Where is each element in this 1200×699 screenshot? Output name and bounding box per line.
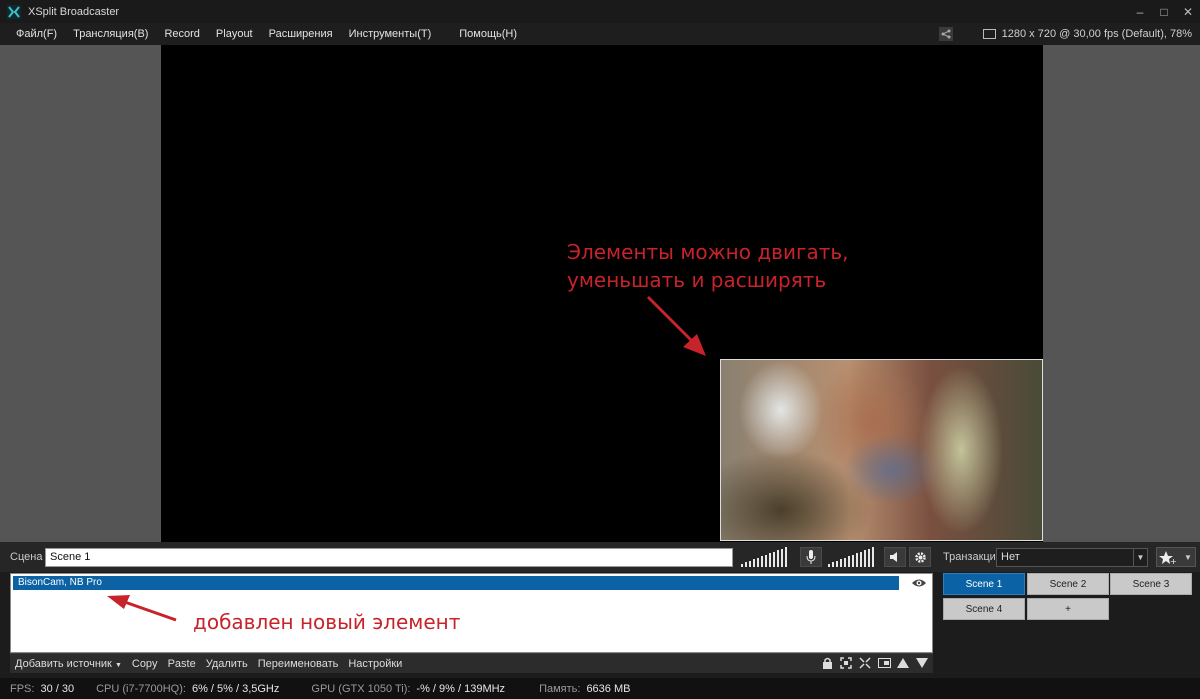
speaker-icon — [890, 552, 897, 562]
scene-name-field[interactable]: Scene 1 — [45, 548, 733, 567]
microphone-icon — [806, 550, 816, 564]
scene-toolbar: Сцена Scene 1 Транзакция Нет ▼ + ▼ — [0, 542, 1200, 572]
svg-text:+: + — [1170, 557, 1177, 565]
monitor-icon — [982, 29, 996, 39]
mic-level-meter — [741, 547, 787, 567]
minimize-button[interactable]: – — [1128, 0, 1152, 23]
speaker-button[interactable] — [884, 547, 906, 567]
star-plus-icon: + — [1159, 551, 1177, 565]
xsplit-logo-icon — [7, 4, 21, 19]
fps-value: 30 / 30 — [40, 682, 75, 695]
preview-canvas[interactable]: Элементы можно двигать, уменьшать и расш… — [161, 45, 1043, 542]
audio-settings-button[interactable] — [909, 547, 931, 567]
source-toolbar: Добавить источник ▼ Copy Paste Удалить П… — [10, 653, 933, 673]
transition-label: Транзакция — [943, 551, 1002, 563]
menu-playout[interactable]: Playout — [208, 23, 261, 45]
transition-value: Нет — [1001, 551, 1020, 563]
gear-icon — [914, 551, 926, 563]
menu-record[interactable]: Record — [156, 23, 207, 45]
menu-extensions[interactable]: Расширения — [261, 23, 341, 45]
chevron-down-icon: ▼ — [114, 661, 122, 669]
transition-select[interactable]: Нет ▼ — [996, 548, 1148, 567]
copy-button[interactable]: Copy — [127, 658, 163, 670]
scene-label: Сцена — [10, 551, 43, 563]
speaker-level-meter — [828, 547, 874, 567]
scene-3-button[interactable]: Scene 3 — [1110, 573, 1192, 595]
resolution-readout[interactable]: 1280 x 720 @ 30,00 fps (Default), 78% — [1002, 28, 1192, 40]
menu-tools[interactable]: Инструменты(T) — [341, 23, 440, 45]
share-icon[interactable] — [938, 27, 953, 41]
webcam-source[interactable] — [720, 359, 1043, 541]
menu-help[interactable]: Помощь(H) — [451, 23, 525, 45]
eye-icon[interactable] — [911, 577, 927, 589]
cpu-label: CPU (i7-7700HQ): — [96, 682, 186, 695]
add-source-label: Добавить источник — [15, 657, 112, 670]
memory-value: 6636 MB — [586, 682, 631, 695]
scene-1-button[interactable]: Scene 1 — [943, 573, 1025, 595]
cpu-value: 6% / 5% / 3,5GHz — [191, 682, 280, 695]
add-scene-button[interactable]: + — [1027, 598, 1109, 620]
menu-file[interactable]: Файл(F) — [0, 23, 65, 45]
lock-icon[interactable] — [820, 656, 834, 670]
paste-button[interactable]: Paste — [163, 658, 201, 670]
microphone-button[interactable] — [800, 547, 822, 567]
move-down-icon[interactable] — [915, 656, 929, 670]
gpu-value: -% / 9% / 139MHz — [416, 682, 506, 695]
scene-2-button[interactable]: Scene 2 — [1027, 573, 1109, 595]
rename-button[interactable]: Переименовать — [253, 658, 344, 670]
expand-icon[interactable] — [858, 656, 872, 670]
move-up-icon[interactable] — [896, 656, 910, 670]
memory-label: Память: — [539, 682, 581, 695]
annotation-new-element: добавлен новый элемент — [193, 610, 461, 634]
window-title: XSplit Broadcaster — [28, 5, 120, 18]
title-bar: XSplit Broadcaster – □ ✕ — [0, 0, 1200, 23]
add-favorite-transition-button[interactable]: + ▼ — [1156, 547, 1196, 567]
fps-label: FPS: — [10, 682, 35, 695]
status-bar: FPS: 30 / 30 CPU (i7-7700HQ): 6% / 5% / … — [0, 678, 1200, 699]
source-list: BisonCam, NB Pro добавлен новый элемент — [10, 573, 933, 653]
close-button[interactable]: ✕ — [1176, 0, 1200, 23]
menu-broadcast[interactable]: Трансляция(B) — [65, 23, 156, 45]
preview-stage: Элементы можно двигать, уменьшать и расш… — [0, 45, 1200, 542]
maximize-button[interactable]: □ — [1152, 0, 1176, 23]
chevron-down-icon[interactable]: ▼ — [1133, 549, 1147, 566]
fit-to-screen-icon[interactable] — [839, 656, 853, 670]
delete-button[interactable]: Удалить — [201, 658, 253, 670]
settings-button[interactable]: Настройки — [343, 658, 407, 670]
chevron-down-icon[interactable]: ▼ — [1184, 553, 1192, 562]
add-source-button[interactable]: Добавить источник ▼ — [10, 658, 127, 670]
projector-icon[interactable] — [877, 656, 891, 670]
gpu-label: GPU (GTX 1050 Ti): — [311, 682, 411, 695]
menu-bar: Файл(F) Трансляция(B) Record Playout Рас… — [0, 23, 1200, 45]
scene-4-button[interactable]: Scene 4 — [943, 598, 1025, 620]
